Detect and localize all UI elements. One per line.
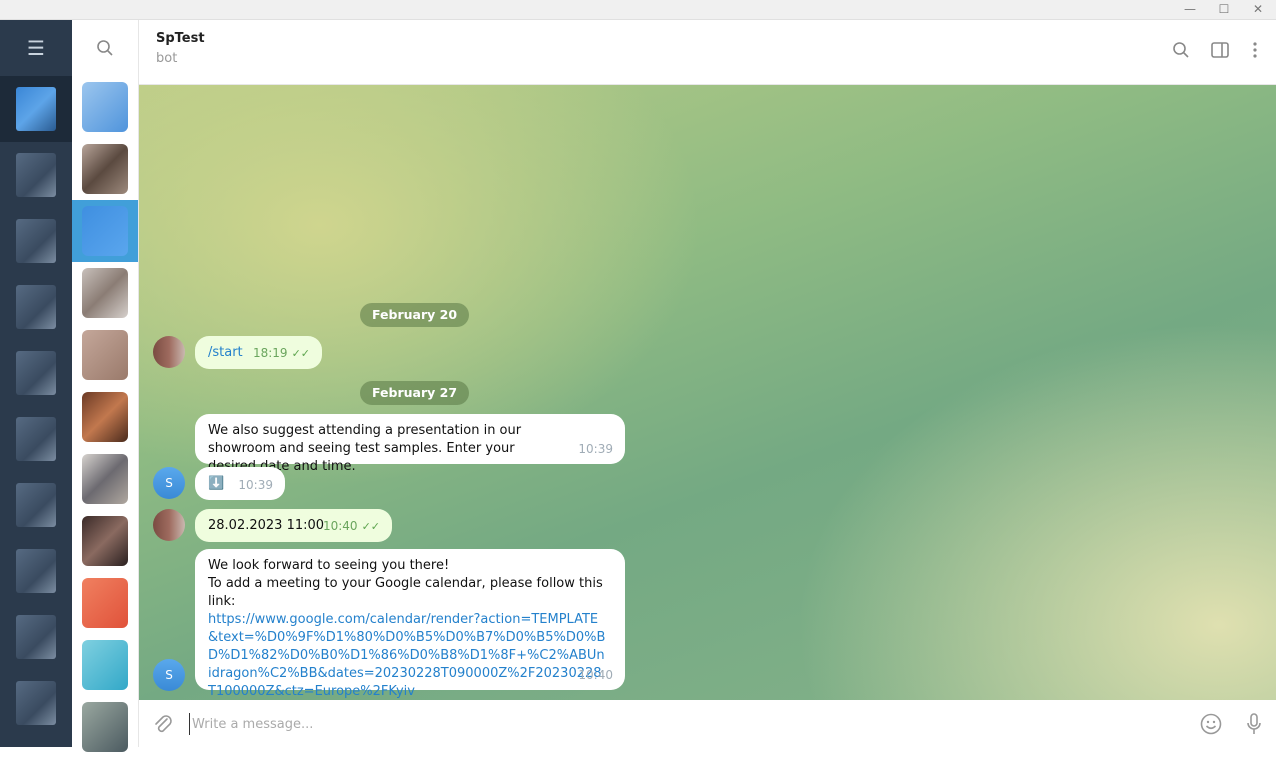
- message-incoming: ⬇️ 10:39: [195, 467, 285, 500]
- microphone-icon[interactable]: [1241, 711, 1267, 737]
- message-area: February 20 /start 18:19 ✓✓ February 27 W…: [139, 85, 1276, 700]
- folder-item[interactable]: [6, 142, 66, 208]
- read-ticks-icon: ✓✓: [291, 347, 310, 360]
- search-icon[interactable]: [72, 20, 138, 76]
- search-icon[interactable]: [1169, 38, 1193, 62]
- message-outgoing: 28.02.2023 11:00 10:40 ✓✓: [195, 509, 392, 542]
- attach-icon[interactable]: [150, 711, 176, 737]
- chat-item[interactable]: [72, 634, 138, 696]
- bot-avatar[interactable]: S: [153, 659, 185, 691]
- chat-item[interactable]: [72, 572, 138, 634]
- folder-item[interactable]: [0, 76, 72, 142]
- composer: [139, 700, 1276, 747]
- folders-sidebar: ☰: [0, 20, 72, 747]
- message-incoming: We look forward to seeing you there! To …: [195, 549, 625, 699]
- chat-list: [72, 20, 139, 752]
- down-arrow-emoji: ⬇️: [208, 476, 225, 491]
- chat-item[interactable]: [72, 262, 138, 324]
- chat-item[interactable]: [72, 324, 138, 386]
- more-options-icon[interactable]: [1243, 38, 1267, 62]
- message-time: 10:40: [578, 668, 613, 682]
- message-outgoing: /start 18:19 ✓✓: [195, 336, 322, 369]
- folder-item[interactable]: [6, 406, 66, 472]
- chat-item[interactable]: [72, 696, 138, 758]
- folder-item[interactable]: [6, 274, 66, 340]
- date-separator: February 20: [360, 303, 470, 327]
- sidebar-toggle-icon[interactable]: [1208, 38, 1232, 62]
- chat-item[interactable]: [72, 76, 138, 138]
- message-incoming: We also suggest attending a presentation…: [195, 414, 625, 474]
- user-avatar[interactable]: [153, 336, 185, 368]
- message-time: 10:39: [238, 478, 273, 492]
- emoji-icon[interactable]: [1198, 711, 1224, 737]
- message-text: We look forward to seeing you there!: [208, 558, 450, 573]
- folder-item[interactable]: [6, 538, 66, 604]
- chat-item-selected[interactable]: [72, 200, 138, 262]
- calendar-link[interactable]: https://www.google.com/calendar/render?a…: [208, 611, 608, 700]
- user-avatar[interactable]: [153, 509, 185, 541]
- chat-item[interactable]: [72, 448, 138, 510]
- message-time: 10:39: [578, 442, 613, 456]
- menu-icon[interactable]: ☰: [0, 20, 72, 76]
- chat-subtitle: bot: [156, 51, 178, 66]
- minimize-button[interactable]: —: [1174, 0, 1206, 20]
- folder-item[interactable]: [6, 472, 66, 538]
- close-button[interactable]: ✕: [1242, 0, 1274, 20]
- chat-item[interactable]: [72, 510, 138, 572]
- bot-avatar[interactable]: S: [153, 467, 185, 499]
- chat-item[interactable]: [72, 138, 138, 200]
- message-text: 28.02.2023 11:00: [208, 518, 325, 533]
- window-titlebar: — ☐ ✕: [0, 0, 1276, 20]
- message-text: To add a meeting to your Google calendar…: [208, 576, 603, 609]
- maximize-button[interactable]: ☐: [1208, 0, 1240, 20]
- chat-title[interactable]: SpTest: [156, 31, 205, 46]
- folder-item[interactable]: [6, 604, 66, 670]
- bot-command-link[interactable]: /start: [208, 345, 243, 360]
- folder-item[interactable]: [6, 340, 66, 406]
- chat-item[interactable]: [72, 386, 138, 448]
- chat-header: SpTest bot: [139, 20, 1276, 85]
- message-input[interactable]: [189, 713, 1189, 735]
- date-separator: February 27: [360, 381, 470, 405]
- folder-item[interactable]: [6, 670, 66, 736]
- folder-item[interactable]: [6, 208, 66, 274]
- read-ticks-icon: ✓✓: [361, 520, 380, 533]
